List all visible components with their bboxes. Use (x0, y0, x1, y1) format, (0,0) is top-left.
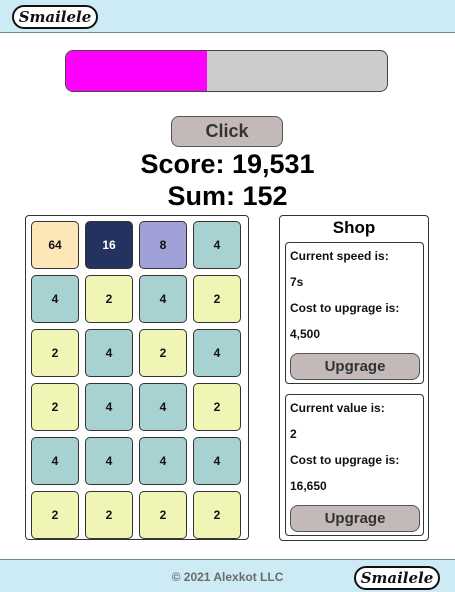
score-display: Score: 19,531 (140, 149, 315, 179)
footer-logo[interactable]: Smailele (354, 566, 440, 590)
value-label: Current value is: (290, 401, 385, 415)
tile: 16 (85, 221, 133, 269)
progress-fill (66, 51, 208, 91)
tile: 4 (193, 221, 241, 269)
tile: 4 (31, 275, 79, 323)
value-upgrade-card: Current value is: 2 Cost to upgrage is: … (285, 394, 424, 536)
tile: 4 (85, 437, 133, 485)
shop-panel: Shop Current speed is: 7s Cost to upgrag… (279, 215, 429, 541)
tile: 4 (31, 437, 79, 485)
tile: 2 (31, 329, 79, 377)
speed-cost-value: 4,500 (290, 327, 321, 341)
top-bar: Smailele (0, 0, 455, 33)
sum-display: Sum: 152 (167, 181, 288, 211)
tile: 2 (85, 275, 133, 323)
value-upgrade-button[interactable]: Upgrage (290, 505, 420, 532)
tile: 2 (31, 491, 79, 539)
progress-bar (65, 50, 388, 92)
tile: 4 (85, 329, 133, 377)
tile: 64 (31, 221, 79, 269)
tile: 4 (139, 383, 187, 431)
speed-upgrade-card: Current speed is: 7s Cost to upgrage is:… (285, 242, 424, 384)
value-cost-label: Cost to upgrage is: (290, 453, 400, 467)
tile: 4 (139, 437, 187, 485)
value-value: 2 (290, 427, 297, 441)
tile: 2 (139, 491, 187, 539)
tile: 2 (193, 383, 241, 431)
game-board: 64 16 8 4 4 2 4 2 2 4 2 4 2 4 4 2 4 4 4 4 2 2 2 2 (25, 215, 249, 540)
speed-value: 7s (290, 275, 304, 289)
click-button[interactable]: Click (171, 116, 283, 147)
speed-upgrade-button[interactable]: Upgrage (290, 353, 420, 380)
tile: 8 (139, 221, 187, 269)
tile: 4 (85, 383, 133, 431)
shop-title: Shop (332, 218, 376, 237)
speed-label: Current speed is: (290, 249, 389, 263)
tile: 2 (193, 275, 241, 323)
tile: 2 (139, 329, 187, 377)
tile: 2 (31, 383, 79, 431)
tile: 4 (139, 275, 187, 323)
tile: 4 (193, 329, 241, 377)
footer: © 2021 Alexkot LLC Smailele (0, 559, 455, 592)
speed-cost-label: Cost to upgrage is: (290, 301, 400, 315)
tile: 4 (193, 437, 241, 485)
tile: 2 (193, 491, 241, 539)
value-cost-value: 16,650 (290, 479, 327, 493)
logo[interactable]: Smailele (12, 5, 98, 29)
tile: 2 (85, 491, 133, 539)
